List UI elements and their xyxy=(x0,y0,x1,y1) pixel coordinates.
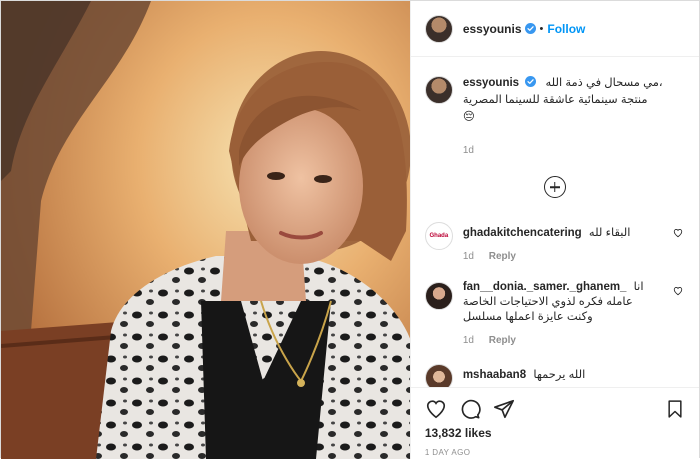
post-footer: 13,832 likes 1 DAY AGO xyxy=(410,387,699,459)
caption-line2: منتجة سينمائية عاشقة للسينما المصرية xyxy=(462,94,648,106)
comment-text-line1: انا xyxy=(633,281,644,293)
post-image xyxy=(1,1,410,459)
like-heart-icon[interactable] xyxy=(425,398,447,420)
comment-text-line3: وكنت عايزة اعملها مسلسل xyxy=(462,311,593,323)
comment-bubble-icon[interactable] xyxy=(459,398,481,420)
commenter-username[interactable]: mshaaban8 xyxy=(463,369,526,381)
load-more-comments-button[interactable] xyxy=(543,176,566,198)
comment-text: البقاء لله xyxy=(588,227,631,239)
post-header: essyounis • Follow xyxy=(410,1,699,57)
post-photo[interactable] xyxy=(1,1,410,459)
comments-list[interactable]: essyounis مي مسحال في ذمة الله، منتجة سي… xyxy=(411,58,699,387)
comment-time[interactable]: 1d xyxy=(463,251,474,262)
comment: mshaaban8 الله يرحمها xyxy=(411,362,699,387)
verified-badge-icon xyxy=(525,76,537,87)
caption-avatar[interactable] xyxy=(424,76,453,104)
save-bookmark-icon[interactable] xyxy=(665,398,685,420)
comment: Ghada ghadakitchencatering البقاء لله 1d… xyxy=(411,220,699,262)
reply-button[interactable]: Reply xyxy=(489,251,516,262)
commenter-avatar[interactable] xyxy=(424,282,453,310)
commenter-avatar[interactable]: Ghada xyxy=(424,222,453,250)
caption-line1: مي مسحال في ذمة الله، xyxy=(545,77,663,89)
comment: fan__donia._samer._ghanem_ انا عامله فكر… xyxy=(411,280,699,346)
comment-text-line2: عامله فكره لذوي الاحتياجات الخاصة xyxy=(462,296,633,308)
likes-count[interactable]: 13,832 likes xyxy=(425,426,685,440)
comment-like-heart-icon[interactable] xyxy=(673,228,683,238)
author-avatar[interactable] xyxy=(424,14,453,43)
commenter-avatar-logo-text: Ghada xyxy=(429,233,449,239)
author-username[interactable]: essyounis xyxy=(463,22,522,36)
post-side-panel: essyounis • Follow essyounis مي مسحال في… xyxy=(409,1,699,459)
verified-badge-icon xyxy=(524,23,536,34)
follow-button[interactable]: Follow xyxy=(547,22,585,36)
separator-dot: • xyxy=(539,22,544,35)
commenter-username[interactable]: ghadakitchencatering xyxy=(463,227,582,239)
commenter-avatar[interactable] xyxy=(424,364,453,387)
share-paper-plane-icon[interactable] xyxy=(493,398,515,420)
post-actions xyxy=(425,396,685,422)
caption-username[interactable]: essyounis xyxy=(463,77,519,89)
comment-time[interactable]: 1d xyxy=(463,335,474,346)
reply-button[interactable]: Reply xyxy=(489,335,516,346)
comment-like-heart-icon[interactable] xyxy=(673,286,683,296)
comment-text: الله يرحمها xyxy=(533,369,586,381)
caption: essyounis مي مسحال في ذمة الله، منتجة سي… xyxy=(411,58,699,156)
post-time-ago[interactable]: 1 DAY AGO xyxy=(425,448,685,457)
instagram-post: essyounis • Follow essyounis مي مسحال في… xyxy=(0,0,700,459)
caption-emoji: 😔 xyxy=(462,111,475,123)
commenter-username[interactable]: fan__donia._samer._ghanem_ xyxy=(463,281,627,293)
caption-time[interactable]: 1d xyxy=(463,145,474,156)
